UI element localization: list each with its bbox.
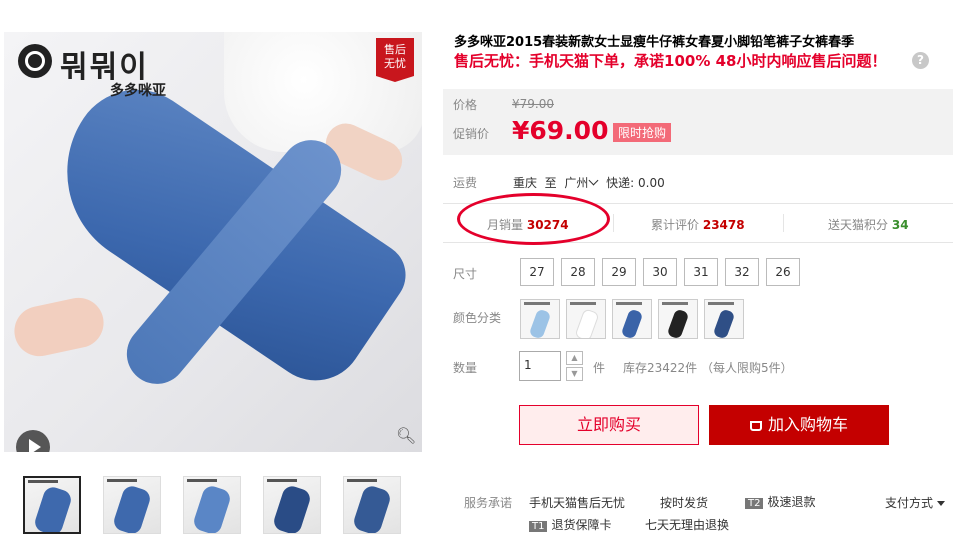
- service-item-label[interactable]: 退货保障卡: [551, 518, 611, 532]
- shipping-info: 重庆 至 广州 快递: 0.00: [513, 174, 665, 191]
- review-count-label[interactable]: 累计评价: [651, 218, 699, 232]
- promo-price: ¥69.00: [512, 116, 609, 145]
- t2-badge: T2: [745, 498, 764, 509]
- ship-method: 快递: 0.00: [606, 176, 665, 190]
- service-item-return-card[interactable]: T1 退货保障卡: [529, 516, 612, 533]
- thumbnail-3[interactable]: [183, 476, 241, 534]
- tmall-points-label: 送天猫积分: [828, 218, 889, 232]
- thumbnail-5[interactable]: [343, 476, 401, 534]
- cart-icon: [749, 421, 762, 431]
- product-title: 多多咪亚2015春装新款女士显瘦牛仔裤女春夏小脚铅笔裤子女裤春季: [454, 35, 855, 50]
- brand-chinese-text: 多多咪亚: [110, 83, 166, 99]
- quantity-label: 数量: [453, 361, 478, 375]
- thumbnail-1[interactable]: [23, 476, 81, 534]
- service-item[interactable]: 按时发货: [660, 494, 708, 511]
- color-swatch[interactable]: [704, 299, 744, 339]
- main-product-image[interactable]: 뭐뭐이 多多咪亚 售后 无忧 🔍︎: [4, 32, 422, 452]
- size-label: 尺寸: [453, 267, 478, 281]
- brand-mark-icon: [18, 44, 52, 78]
- review-count[interactable]: 累计评价 23478: [651, 216, 745, 233]
- size-option[interactable]: 26: [766, 258, 800, 286]
- size-option[interactable]: 28: [561, 258, 595, 286]
- service-item[interactable]: 七天无理由退换: [645, 516, 729, 533]
- service-item-fast-refund[interactable]: T2 极速退款: [745, 493, 816, 510]
- add-to-cart-button[interactable]: 加入购物车: [709, 405, 889, 445]
- image-foot: [9, 293, 109, 361]
- payment-method-dropdown[interactable]: 支付方式: [885, 494, 946, 511]
- original-price: ¥79.00: [512, 97, 554, 111]
- quantity-decrease-icon[interactable]: ▼: [566, 367, 583, 381]
- caret-down-icon[interactable]: [937, 501, 946, 506]
- ship-to-word: 至: [544, 176, 557, 190]
- color-swatch[interactable]: [566, 299, 606, 339]
- service-label: 服务承诺: [464, 496, 513, 510]
- chevron-down-icon[interactable]: [588, 175, 599, 186]
- service-item[interactable]: 手机天猫售后无忧: [529, 494, 625, 511]
- t1-badge: T1: [529, 521, 548, 532]
- ship-to-city[interactable]: 广州: [564, 176, 588, 190]
- tag-line-1: 售后: [384, 43, 406, 56]
- thumbnail-2[interactable]: [103, 476, 161, 534]
- flash-sale-badge: 限时抢购: [613, 123, 672, 142]
- thumbnail-4[interactable]: [263, 476, 321, 534]
- quantity-unit: 件: [593, 361, 606, 375]
- tmall-points-value: 34: [891, 218, 909, 232]
- color-swatch[interactable]: [612, 299, 652, 339]
- size-option[interactable]: 30: [643, 258, 677, 286]
- color-label: 颜色分类: [453, 311, 502, 325]
- size-option[interactable]: 31: [684, 258, 718, 286]
- zoom-icon[interactable]: 🔍︎: [396, 426, 416, 446]
- divider: [613, 214, 614, 232]
- payment-label[interactable]: 支付方式: [885, 496, 933, 510]
- size-option[interactable]: 29: [602, 258, 636, 286]
- tmall-points: 送天猫积分 34: [828, 216, 909, 233]
- after-sales-tag: 售后 无忧: [376, 38, 414, 82]
- service-item-label[interactable]: 极速退款: [767, 495, 815, 509]
- color-swatch[interactable]: [658, 299, 698, 339]
- review-count-value[interactable]: 23478: [703, 218, 745, 232]
- price-label: 价格: [453, 98, 478, 112]
- quantity-increase-icon[interactable]: ▲: [566, 351, 583, 365]
- divider: [783, 214, 784, 232]
- shipping-label: 运费: [453, 176, 478, 190]
- ship-to-select[interactable]: 广州: [564, 175, 602, 190]
- help-icon[interactable]: ?: [912, 52, 929, 69]
- add-to-cart-label: 加入购物车: [767, 415, 848, 434]
- size-option[interactable]: 27: [520, 258, 554, 286]
- buy-now-button[interactable]: 立即购买: [519, 405, 699, 445]
- stock-info: 库存23422件 （每人限购5件）: [623, 361, 793, 375]
- product-subtitle: 售后无忧：手机天猫下单，承诺100% 48小时内响应售后问题！: [454, 52, 887, 70]
- ship-from: 重庆: [513, 176, 538, 190]
- annotation-circle: [457, 193, 610, 245]
- play-video-icon[interactable]: [16, 430, 50, 452]
- quantity-input[interactable]: 1: [519, 351, 561, 381]
- size-option[interactable]: 32: [725, 258, 759, 286]
- promo-price-label: 促销价: [453, 127, 490, 141]
- tag-line-2: 无忧: [384, 57, 406, 70]
- color-swatch[interactable]: [520, 299, 560, 339]
